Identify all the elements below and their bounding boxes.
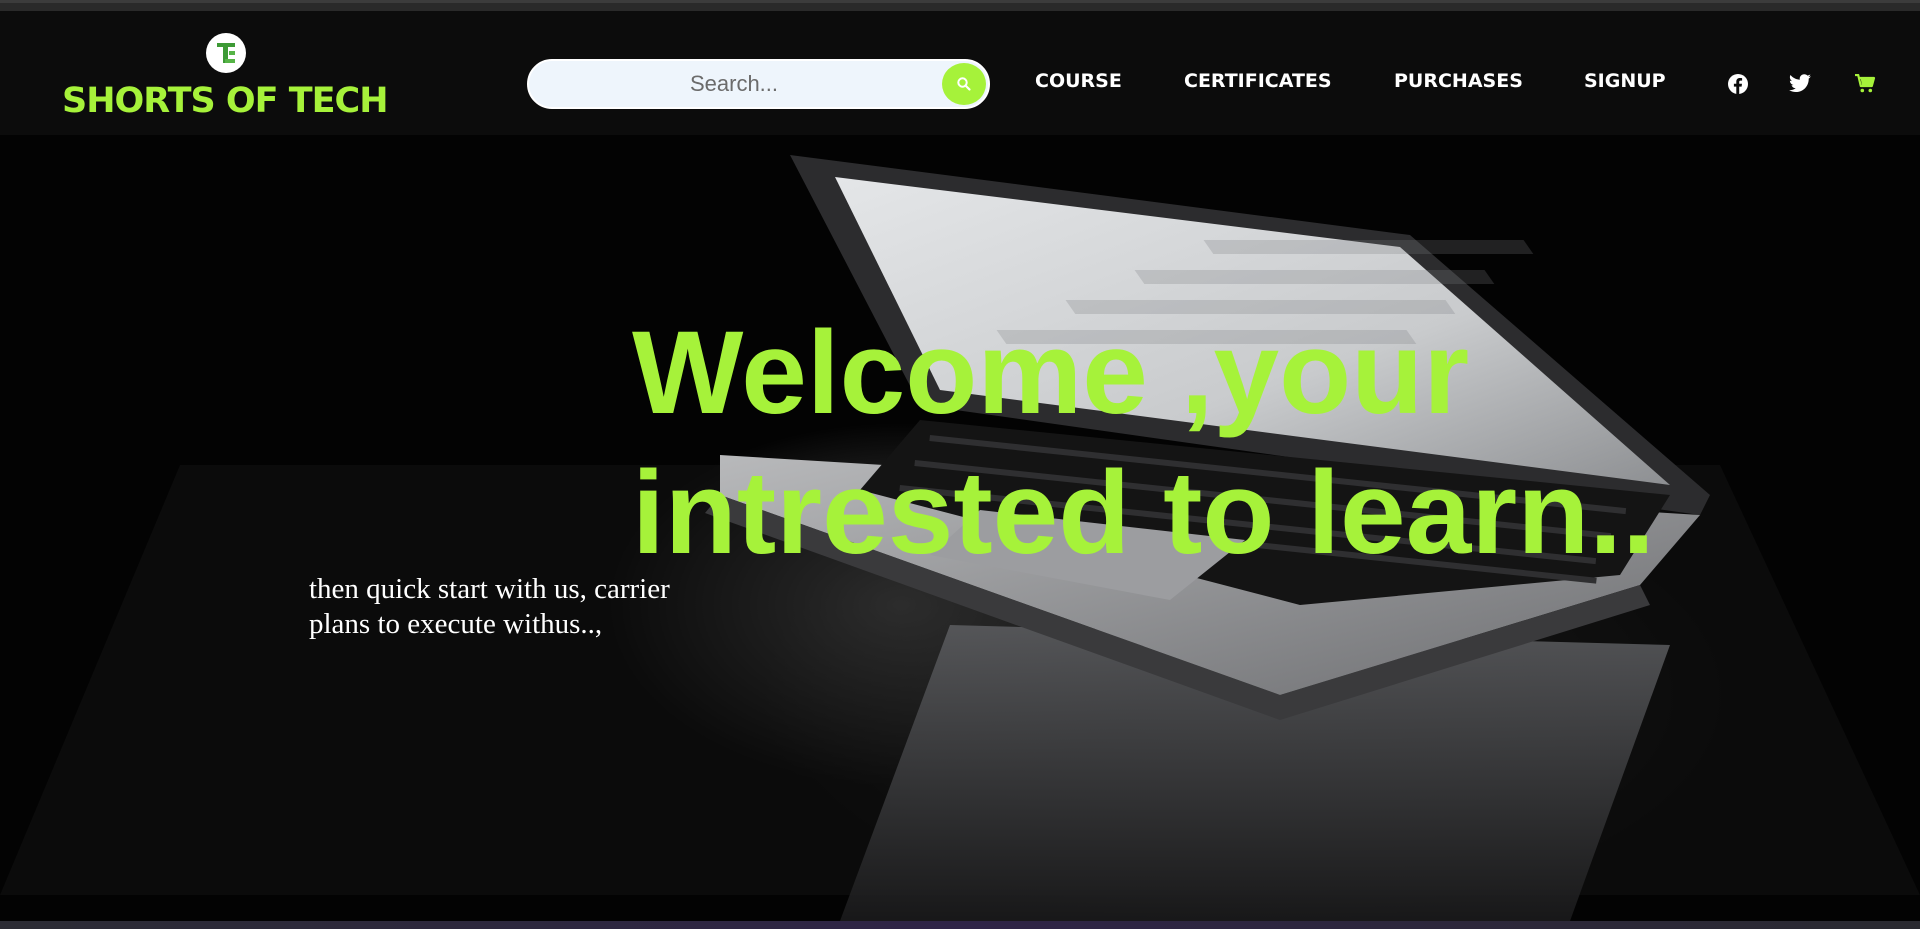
search-bar (527, 59, 990, 109)
browser-bottom-strip (0, 921, 1920, 929)
st-monogram-icon (217, 43, 235, 63)
nav-link-purchases[interactable]: PURCHASES (1394, 70, 1523, 100)
twitter-icon[interactable] (1787, 71, 1813, 97)
nav-link-certificates[interactable]: CERTIFICATES (1184, 70, 1332, 100)
nav-link-signup[interactable]: SIGNUP (1584, 70, 1666, 100)
nav-link-course[interactable]: COURSE (1035, 70, 1122, 100)
brand-logo[interactable]: SHORTS OF TECH (60, 31, 410, 131)
search-icon (957, 77, 971, 91)
browser-top-strip-line (0, 0, 1920, 3)
hero-title: Welcome ,your intrested to learn.. (632, 307, 1655, 579)
cart-icon[interactable] (1852, 71, 1878, 97)
brand-badge-icon (206, 33, 246, 73)
hero-section: Welcome ,your intrested to learn.. then … (0, 135, 1920, 921)
facebook-icon[interactable] (1725, 71, 1751, 97)
brand-name: SHORTS OF TECH (62, 81, 389, 121)
navbar: SHORTS OF TECH COURSE CERTIFICATES PURCH… (0, 11, 1920, 135)
search-button[interactable] (942, 63, 986, 105)
hero-subtitle: then quick start with us, carrier plans … (309, 573, 670, 640)
search-input[interactable] (549, 61, 919, 107)
browser-top-strip (0, 0, 1920, 11)
